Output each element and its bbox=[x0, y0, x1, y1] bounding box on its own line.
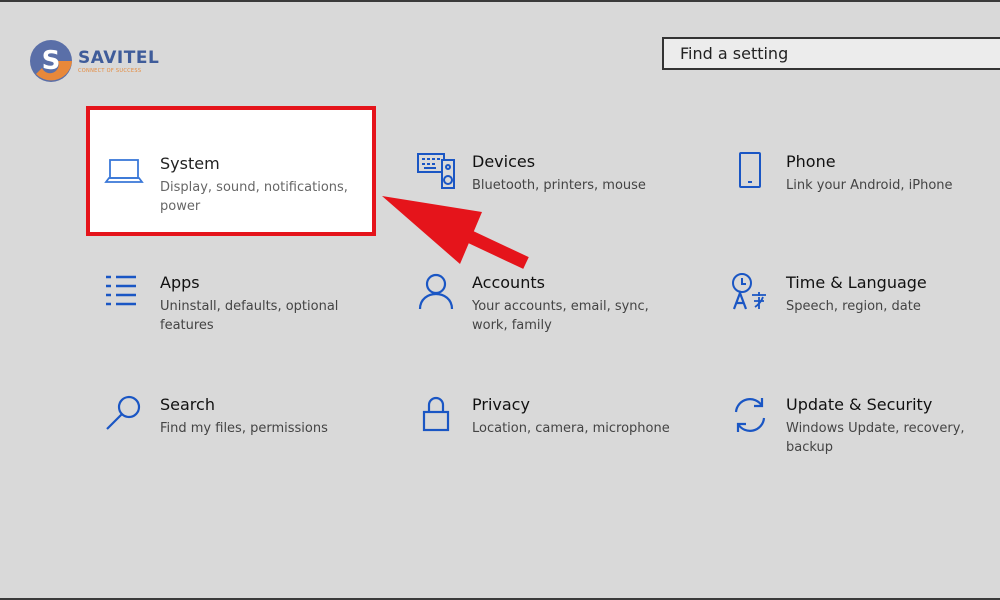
savitel-logo: S SAVITEL CONNECT OF SUCCESS bbox=[28, 38, 159, 84]
red-pointer-arrow-icon bbox=[382, 196, 529, 269]
tile-phone-desc: Link your Android, iPhone bbox=[786, 178, 953, 193]
tile-accounts-title: Accounts bbox=[472, 273, 545, 292]
tile-accounts-desc: Your accounts, email, sync, work, family bbox=[472, 299, 649, 333]
tile-search-title: Search bbox=[160, 395, 215, 414]
system-tile-highlight[interactable]: System Display, sound, notifications, po… bbox=[86, 106, 376, 236]
tile-apps-title: Apps bbox=[160, 273, 200, 292]
tile-update-security[interactable]: Update & Security Windows Update, recove… bbox=[712, 395, 992, 505]
sync-arrows-icon bbox=[730, 395, 770, 435]
logo-tagline: CONNECT OF SUCCESS bbox=[78, 67, 142, 74]
tile-apps-desc: Uninstall, defaults, optional features bbox=[160, 299, 339, 333]
svg-text:S: S bbox=[42, 46, 61, 76]
phone-icon bbox=[730, 152, 770, 192]
tile-update-security-title: Update & Security bbox=[786, 395, 933, 414]
logo-name: SAVITEL bbox=[78, 47, 160, 68]
tile-devices-title: Devices bbox=[472, 152, 536, 171]
tile-update-security-desc: Windows Update, recovery, backup bbox=[786, 421, 965, 455]
tile-system-desc: Display, sound, notifications, power bbox=[160, 180, 348, 214]
laptop-icon bbox=[104, 152, 144, 192]
person-icon bbox=[416, 273, 456, 313]
search-input[interactable] bbox=[678, 43, 991, 64]
tile-phone-title: Phone bbox=[786, 152, 836, 171]
clock-language-icon bbox=[730, 273, 770, 313]
tile-time-language-title: Time & Language bbox=[786, 273, 927, 292]
tile-search-desc: Find my files, permissions bbox=[160, 421, 328, 436]
tile-phone[interactable]: Phone Link your Android, iPhone bbox=[712, 152, 992, 262]
lock-icon bbox=[416, 395, 456, 435]
find-setting-search-box[interactable] bbox=[662, 37, 1000, 70]
tile-time-language[interactable]: Time & Language Speech, region, date bbox=[712, 273, 992, 383]
savitel-logo-mark-icon: S bbox=[30, 40, 72, 82]
tile-privacy-desc: Location, camera, microphone bbox=[472, 421, 670, 436]
tile-system-title: System bbox=[160, 154, 220, 173]
magnifier-icon bbox=[104, 395, 144, 435]
tile-privacy[interactable]: Privacy Location, camera, microphone bbox=[398, 395, 678, 505]
tile-accounts[interactable]: Accounts Your accounts, email, sync, wor… bbox=[398, 273, 678, 383]
tile-search[interactable]: Search Find my files, permissions bbox=[86, 395, 366, 505]
tile-privacy-title: Privacy bbox=[472, 395, 530, 414]
tile-apps[interactable]: Apps Uninstall, defaults, optional featu… bbox=[86, 273, 366, 383]
keyboard-speaker-icon bbox=[416, 152, 456, 192]
tile-time-language-desc: Speech, region, date bbox=[786, 299, 921, 314]
list-icon bbox=[104, 273, 144, 313]
